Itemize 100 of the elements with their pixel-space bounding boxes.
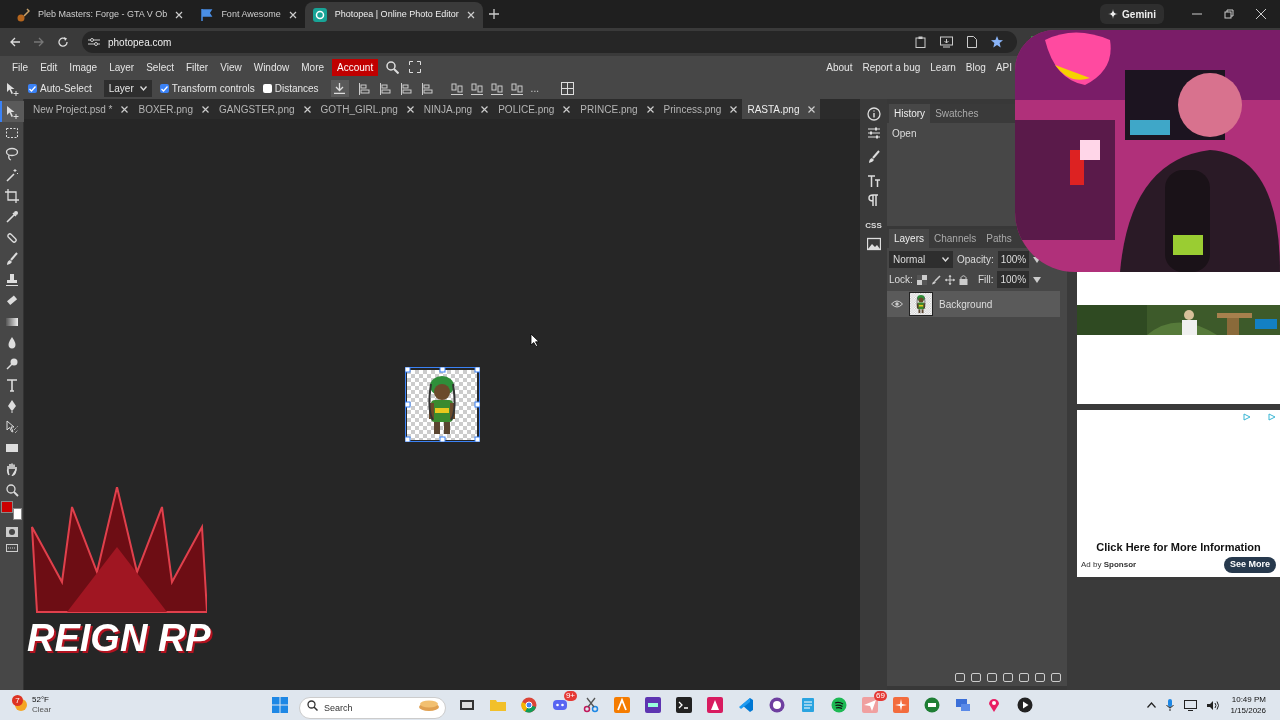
menu-item[interactable]: More bbox=[295, 56, 331, 78]
paragraph-icon[interactable] bbox=[866, 193, 881, 207]
foreground-color-swatch[interactable] bbox=[0, 501, 13, 513]
triangle-app-icon[interactable] bbox=[707, 697, 723, 713]
fullscreen-icon[interactable] bbox=[409, 61, 422, 73]
lock-icon[interactable] bbox=[958, 274, 968, 285]
menu-item[interactable]: File bbox=[6, 56, 35, 78]
menu-item[interactable]: Edit bbox=[34, 56, 64, 78]
background-color-swatch[interactable] bbox=[12, 508, 22, 520]
move-lock-icon[interactable] bbox=[944, 274, 955, 285]
text-icon[interactable] bbox=[866, 174, 881, 188]
header-link[interactable]: About bbox=[826, 59, 853, 75]
align-icon[interactable] bbox=[400, 82, 412, 95]
layer-name[interactable]: Background bbox=[939, 296, 993, 312]
sliders-icon[interactable] bbox=[866, 126, 881, 140]
close-icon[interactable] bbox=[466, 11, 475, 19]
back-icon[interactable] bbox=[10, 37, 20, 47]
header-link[interactable]: API bbox=[995, 59, 1012, 75]
network-icon[interactable] bbox=[1184, 699, 1198, 711]
close-icon[interactable] bbox=[201, 105, 209, 113]
search-field[interactable]: Search bbox=[299, 697, 446, 719]
document-tab[interactable]: NINJA.png bbox=[418, 99, 494, 119]
reload-icon[interactable] bbox=[58, 37, 68, 47]
eye-icon[interactable] bbox=[891, 300, 903, 308]
brush-icon[interactable] bbox=[866, 150, 881, 164]
checker-lock-icon[interactable] bbox=[916, 274, 927, 285]
close-icon[interactable] bbox=[406, 105, 414, 113]
layer-row[interactable]: Background bbox=[887, 291, 1060, 317]
checkbox[interactable]: Distances bbox=[262, 81, 319, 96]
forward-icon[interactable] bbox=[34, 37, 44, 47]
checkbox[interactable]: Auto-Select bbox=[28, 81, 92, 96]
clipboard-icon[interactable] bbox=[915, 36, 926, 48]
close-icon[interactable] bbox=[481, 105, 489, 113]
weather-widget[interactable]: 7 52°F Clear bbox=[0, 695, 272, 715]
document-tab[interactable]: GANGSTER.png bbox=[213, 99, 316, 119]
move-tool-icon[interactable] bbox=[6, 81, 20, 96]
close-icon[interactable] bbox=[121, 105, 129, 113]
code-editor-icon[interactable] bbox=[738, 697, 754, 713]
document-tab[interactable]: GOTH_GIRL.png bbox=[315, 99, 419, 119]
panel-tab[interactable]: Channels bbox=[929, 229, 982, 248]
brush-lock-icon[interactable] bbox=[930, 274, 941, 285]
document-tab[interactable]: BOXER.png bbox=[133, 99, 214, 119]
restore-icon[interactable] bbox=[1224, 9, 1234, 19]
download-button[interactable] bbox=[330, 80, 349, 97]
panel-tab[interactable]: History bbox=[889, 104, 931, 123]
fill-field[interactable]: 100% bbox=[997, 271, 1030, 288]
star-icon[interactable] bbox=[991, 36, 1003, 48]
browser-tab[interactable]: Font Awesome bbox=[191, 2, 305, 28]
site-settings-icon[interactable] bbox=[88, 37, 100, 47]
microphone-icon[interactable] bbox=[1166, 699, 1175, 711]
close-icon[interactable] bbox=[563, 105, 571, 113]
tool-button[interactable] bbox=[0, 101, 24, 122]
document-tab[interactable]: New Project.psd * bbox=[28, 99, 134, 119]
menu-item[interactable]: Image bbox=[63, 56, 104, 78]
close-icon[interactable] bbox=[646, 105, 654, 113]
align-icon[interactable] bbox=[379, 82, 391, 95]
close-icon[interactable] bbox=[303, 105, 311, 113]
close-icon[interactable] bbox=[808, 105, 816, 113]
screen-mode-icon[interactable] bbox=[5, 544, 18, 552]
install-icon[interactable] bbox=[940, 36, 953, 48]
blend-mode-dropdown[interactable]: Normal bbox=[889, 251, 953, 268]
address-bar[interactable]: photopea.com bbox=[82, 31, 1017, 53]
history-item[interactable]: Open bbox=[887, 125, 922, 142]
image-icon[interactable] bbox=[866, 237, 881, 251]
document-tab[interactable]: Princess.png bbox=[658, 99, 743, 119]
remote-desktop-icon[interactable] bbox=[955, 697, 971, 713]
panel-tab[interactable]: Layers bbox=[889, 229, 929, 248]
header-link[interactable]: Report a bug bbox=[862, 59, 921, 75]
menu-item[interactable]: Select bbox=[140, 56, 180, 78]
chevron-up-icon[interactable] bbox=[1147, 702, 1157, 708]
align-icon[interactable] bbox=[358, 82, 370, 95]
document-icon[interactable] bbox=[967, 36, 977, 48]
scissors-icon[interactable] bbox=[583, 697, 599, 713]
distribute-icon[interactable] bbox=[450, 82, 463, 95]
window-app-icon[interactable] bbox=[645, 697, 661, 713]
clock[interactable]: 10:49 PM 1/15/2026 bbox=[1230, 694, 1266, 716]
chat-icon[interactable] bbox=[552, 697, 568, 713]
layer-dropdown[interactable]: Layer bbox=[103, 80, 152, 97]
plus-icon[interactable] bbox=[488, 9, 499, 19]
task-view-icon[interactable] bbox=[459, 697, 475, 713]
info-icon[interactable] bbox=[866, 107, 881, 121]
menu-item[interactable]: Layer bbox=[103, 56, 141, 78]
more-options[interactable]: ... bbox=[530, 81, 539, 96]
browser-tab[interactable]: Pleb Masters: Forge - GTA V Ob bbox=[8, 2, 192, 28]
gemini-button[interactable]: Gemini bbox=[1100, 4, 1164, 24]
menu-item[interactable]: Window bbox=[247, 56, 296, 78]
css-button[interactable]: CSS bbox=[865, 220, 882, 232]
paper-plane-icon[interactable] bbox=[862, 697, 878, 713]
distribute-icon[interactable] bbox=[470, 82, 483, 95]
header-link[interactable]: Learn bbox=[930, 59, 956, 75]
quick-mask-icon[interactable] bbox=[5, 527, 18, 537]
terminal-icon[interactable] bbox=[676, 697, 692, 713]
panel-tab[interactable]: Paths bbox=[981, 229, 1017, 248]
grid-icon[interactable] bbox=[560, 82, 574, 95]
account-button[interactable]: Account bbox=[332, 58, 379, 76]
document-tab[interactable]: RASTA.png bbox=[742, 99, 821, 119]
map-pin-icon[interactable] bbox=[986, 697, 1002, 713]
menu-item[interactable]: View bbox=[214, 56, 248, 78]
play-circle-icon[interactable] bbox=[1017, 697, 1033, 713]
opacity-field[interactable]: 100% bbox=[997, 251, 1030, 268]
